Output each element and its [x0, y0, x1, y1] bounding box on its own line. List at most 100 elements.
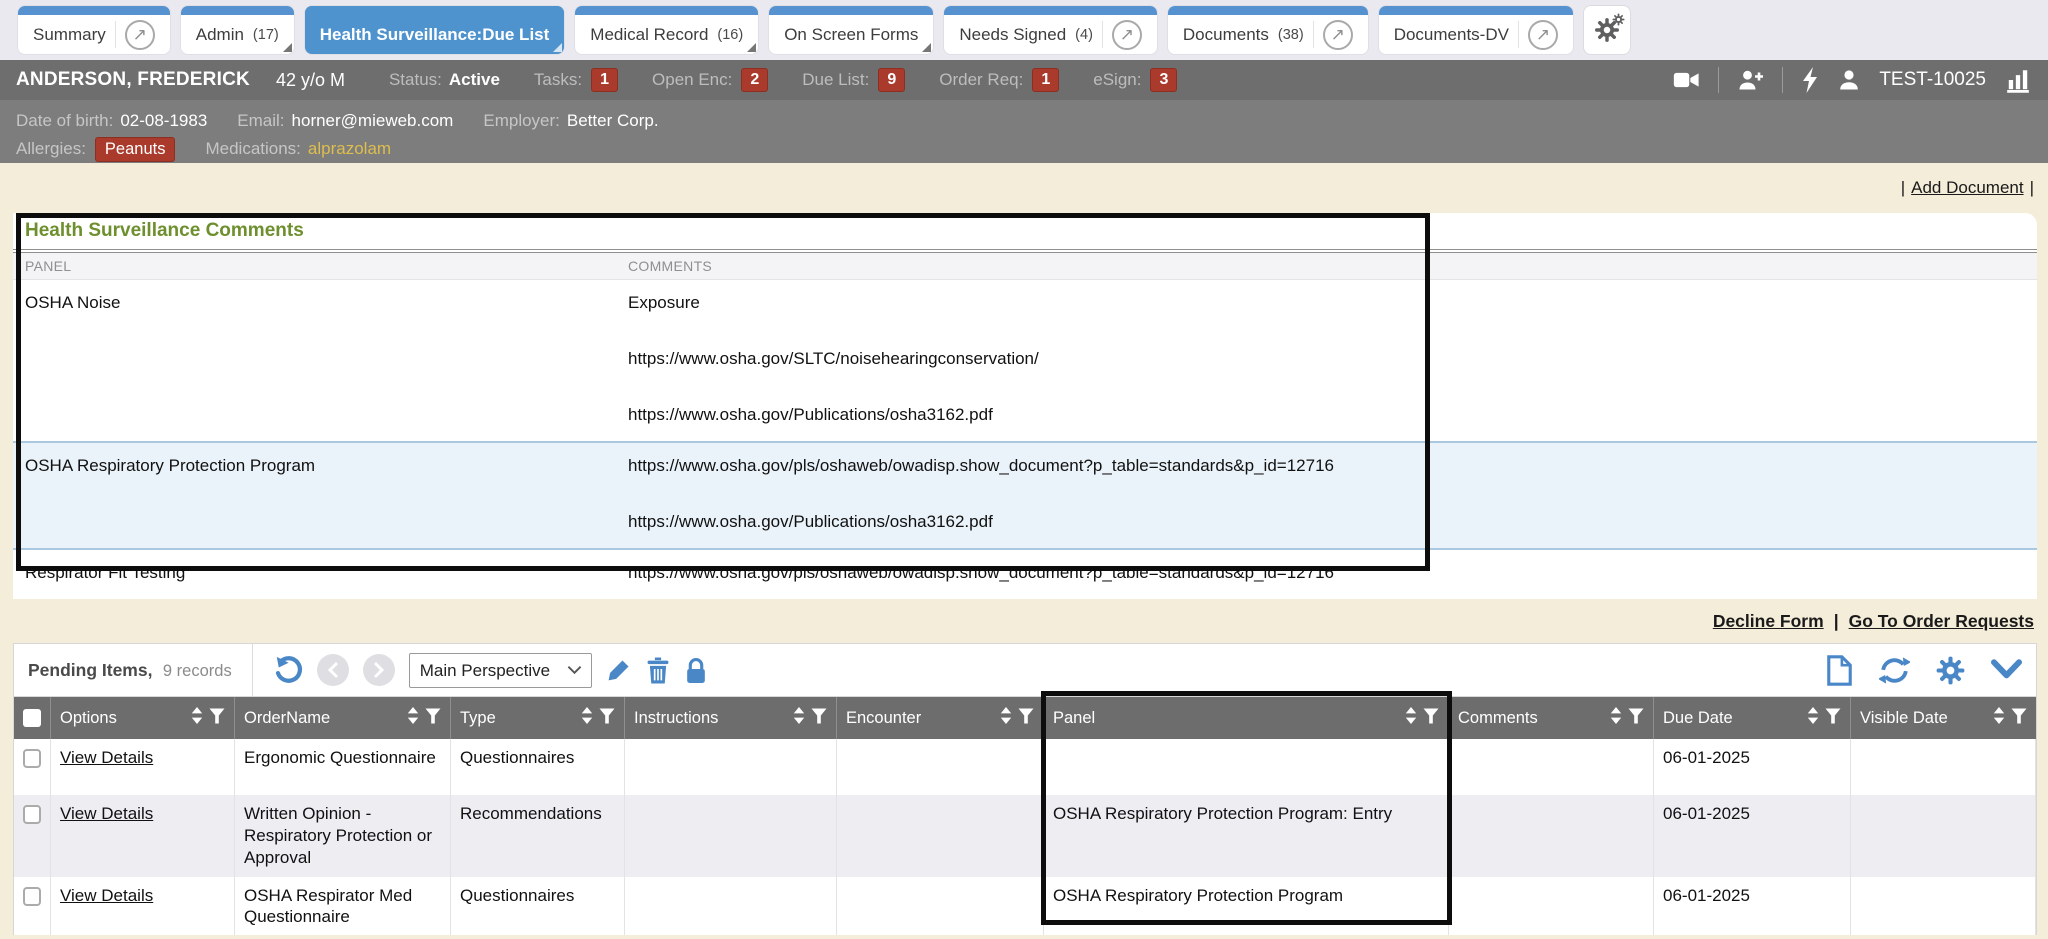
tab-needs-signed[interactable]: Needs Signed (4) ↗ — [944, 6, 1157, 54]
col-header-encounter[interactable]: Encounter — [837, 697, 1044, 739]
bar-chart-icon[interactable] — [2004, 67, 2032, 93]
sort-icon[interactable] — [580, 706, 594, 730]
tab-label: Summary — [33, 25, 106, 45]
separator: | — [1834, 611, 1839, 632]
refresh-icon[interactable] — [1879, 656, 1910, 685]
hs-row-osha-noise[interactable]: OSHA Noise Exposure https://www.osha.gov… — [13, 280, 2037, 441]
lightning-icon[interactable] — [1801, 67, 1819, 93]
tab-documents[interactable]: Documents (38) ↗ — [1168, 6, 1368, 54]
external-link-icon[interactable]: ↗ — [1323, 20, 1353, 50]
tab-medical-record[interactable]: Medical Record (16) — [575, 6, 758, 54]
sort-icon[interactable] — [190, 706, 204, 730]
row-checkbox[interactable] — [23, 749, 41, 768]
hs-col-header-comments[interactable]: COMMENTS — [622, 258, 2037, 274]
due-date-cell: 06-01-2025 — [1654, 877, 1851, 936]
sort-icon[interactable] — [1806, 706, 1820, 730]
due-date-cell: 06-01-2025 — [1654, 795, 1851, 876]
col-header-ordername[interactable]: OrderName — [235, 697, 451, 739]
next-perspective-icon[interactable] — [363, 654, 395, 686]
filter-icon[interactable] — [1018, 708, 1034, 729]
video-camera-icon[interactable] — [1673, 69, 1700, 91]
row-checkbox[interactable] — [23, 805, 41, 824]
tab-health-surveillance-due-list[interactable]: Health Surveillance:Due List — [305, 6, 565, 54]
sort-icon[interactable] — [1609, 706, 1623, 730]
col-header-due-date[interactable]: Due Date — [1654, 697, 1851, 739]
collapse-chevron-icon[interactable] — [1991, 659, 2022, 681]
external-link-icon[interactable]: ↗ — [1112, 20, 1142, 50]
patient-header-bar: ANDERSON, FREDERICK 42 y/o M Status: Act… — [0, 60, 2048, 100]
tab-on-screen-forms[interactable]: On Screen Forms — [769, 6, 933, 54]
col-header-type[interactable]: Type — [451, 697, 625, 739]
tab-admin[interactable]: Admin (17) — [181, 6, 294, 54]
hs-row-osha-respiratory-protection[interactable]: OSHA Respiratory Protection Program http… — [13, 441, 2037, 550]
sort-icon[interactable] — [999, 706, 1013, 730]
filter-icon[interactable] — [425, 708, 441, 729]
new-document-icon[interactable] — [1826, 655, 1853, 686]
prev-perspective-icon[interactable] — [317, 654, 349, 686]
col-header-comments[interactable]: Comments — [1449, 697, 1654, 739]
open-enc-badge[interactable]: 2 — [741, 68, 768, 92]
divider — [252, 644, 253, 696]
add-document-row: | Add Document | — [0, 163, 2048, 213]
sort-icon[interactable] — [406, 706, 420, 730]
settings-gear-icon[interactable] — [1936, 656, 1965, 685]
filter-icon[interactable] — [209, 708, 225, 729]
view-details-link[interactable]: View Details — [60, 804, 153, 823]
comments-cell — [1449, 877, 1654, 936]
tab-documents-dv[interactable]: Documents-DV ↗ — [1379, 6, 1573, 54]
order-req-badge[interactable]: 1 — [1032, 68, 1059, 92]
col-header-options[interactable]: Options — [51, 697, 235, 739]
tab-strip — [305, 6, 565, 15]
filter-icon[interactable] — [2011, 708, 2027, 729]
filter-icon[interactable] — [1423, 708, 1439, 729]
undo-icon[interactable] — [273, 655, 303, 685]
type-cell: Recommendations — [451, 795, 625, 876]
tab-settings-button[interactable] — [1584, 6, 1630, 54]
tab-summary[interactable]: Summary ↗ — [18, 6, 170, 54]
filter-icon[interactable] — [811, 708, 827, 729]
delete-trash-icon[interactable] — [646, 657, 670, 684]
col-header-visible-date[interactable]: Visible Date — [1851, 697, 2036, 739]
hs-panel-cell: Respirator Fit Testing — [13, 550, 622, 599]
comments-cell — [1449, 795, 1654, 876]
view-details-link[interactable]: View Details — [60, 748, 153, 767]
hs-col-header-panel[interactable]: PANEL — [13, 258, 622, 274]
external-link-icon[interactable]: ↗ — [125, 20, 155, 50]
add-document-link[interactable]: Add Document — [1911, 178, 2023, 198]
col-header-instructions[interactable]: Instructions — [625, 697, 837, 739]
tab-label: Needs Signed — [959, 25, 1066, 45]
gears-icon — [1594, 17, 1620, 43]
allergy-badge[interactable]: Peanuts — [95, 137, 176, 162]
edit-pencil-icon[interactable] — [606, 657, 632, 683]
go-to-order-requests-link[interactable]: Go To Order Requests — [1849, 611, 2034, 632]
medication-value[interactable]: alprazolam — [308, 139, 391, 159]
due-list-badge[interactable]: 9 — [878, 68, 905, 92]
sort-icon[interactable] — [1404, 706, 1418, 730]
tasks-label: Tasks: — [534, 70, 582, 90]
row-checkbox[interactable] — [23, 887, 41, 906]
hs-comments-cell: Exposure https://www.osha.gov/SLTC/noise… — [622, 280, 2037, 441]
tasks-badge[interactable]: 1 — [591, 68, 618, 92]
decline-form-link[interactable]: Decline Form — [1713, 611, 1824, 632]
external-link-icon[interactable]: ↗ — [1528, 20, 1558, 50]
esign-badge[interactable]: 3 — [1150, 68, 1177, 92]
perspective-select[interactable]: Main Perspective — [409, 653, 592, 688]
hs-row-respirator-fit-testing[interactable]: Respirator Fit Testing https://www.osha.… — [13, 550, 2037, 599]
col-header-panel[interactable]: Panel — [1044, 697, 1449, 739]
view-details-link[interactable]: View Details — [60, 886, 153, 905]
panel-cell — [1044, 739, 1449, 795]
lock-icon[interactable] — [684, 657, 708, 684]
filter-icon[interactable] — [1628, 708, 1644, 729]
separator: | — [1901, 178, 1905, 198]
sort-icon[interactable] — [1992, 706, 2006, 730]
tab-count: (4) — [1075, 27, 1093, 43]
filter-icon[interactable] — [1825, 708, 1841, 729]
add-person-icon[interactable] — [1737, 68, 1764, 92]
select-all-checkbox[interactable] — [14, 697, 51, 739]
chart-id: TEST-10025 — [1879, 69, 1986, 91]
sort-icon[interactable] — [792, 706, 806, 730]
webchart-screen: Summary ↗ Admin (17) Health Surveillance… — [0, 0, 2048, 939]
divider — [1102, 21, 1103, 48]
filter-icon[interactable] — [599, 708, 615, 729]
patient-name: ANDERSON, FREDERICK — [16, 69, 250, 91]
